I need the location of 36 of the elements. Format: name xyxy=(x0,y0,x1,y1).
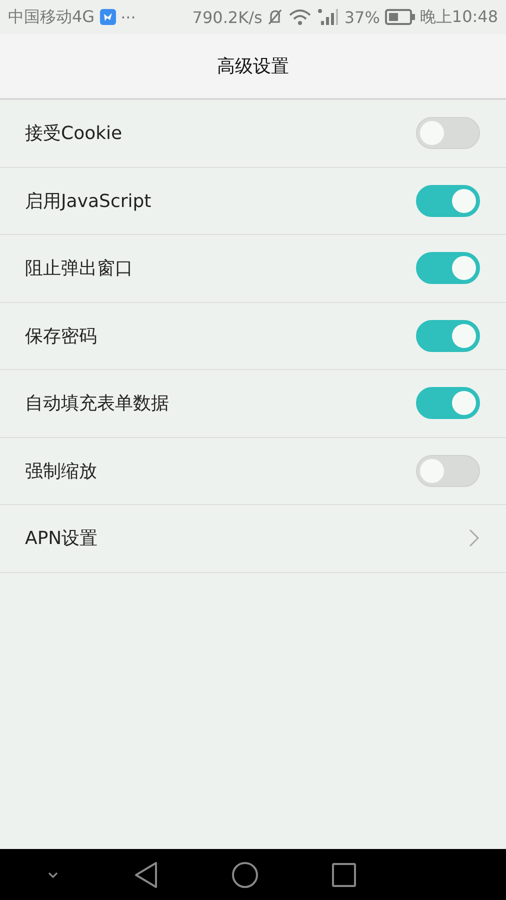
settings-row[interactable]: APN设置 xyxy=(0,505,506,572)
back-icon[interactable] xyxy=(132,860,159,888)
chevron-down-icon[interactable] xyxy=(46,870,60,880)
settings-row[interactable]: 强制缩放 xyxy=(0,438,506,505)
muted-bell-icon xyxy=(267,8,284,26)
toggle-switch[interactable] xyxy=(416,454,480,487)
clock: 晚上10:48 xyxy=(420,6,498,28)
toggle-switch[interactable] xyxy=(416,320,480,352)
app-notification-icon xyxy=(100,9,116,25)
setting-label: 阻止弹出窗口 xyxy=(25,257,133,280)
wifi-icon xyxy=(288,8,312,26)
setting-label: 保存密码 xyxy=(25,324,97,348)
settings-row[interactable]: 阻止弹出窗口 xyxy=(0,235,506,302)
home-icon[interactable] xyxy=(230,860,259,888)
toggle-switch[interactable] xyxy=(416,252,480,284)
toggle-switch[interactable] xyxy=(416,387,480,420)
page-title: 高级设置 xyxy=(217,55,289,78)
settings-row[interactable]: 保存密码 xyxy=(0,302,506,370)
settings-row[interactable]: 自动填充表单数据 xyxy=(0,370,506,438)
toggle-switch[interactable] xyxy=(416,117,480,150)
setting-label: 接受Cookie xyxy=(25,122,122,146)
settings-row[interactable]: 启用JavaScript xyxy=(0,168,506,235)
toggle-switch[interactable] xyxy=(416,184,480,217)
settings-row[interactable]: 接受Cookie xyxy=(0,100,506,168)
recents-icon[interactable] xyxy=(331,862,358,888)
battery-icon xyxy=(384,9,415,25)
setting-label: 自动填充表单数据 xyxy=(25,392,169,416)
network-speed: 790.2K/s xyxy=(192,8,262,26)
battery-percent: 37% xyxy=(344,8,380,26)
setting-label: 强制缩放 xyxy=(25,460,97,483)
chevron-right-icon xyxy=(468,528,480,548)
setting-label: 启用JavaScript xyxy=(25,190,152,213)
signal-icon xyxy=(317,7,340,27)
carrier-text: 中国移动4G xyxy=(8,6,95,28)
more-text: ··· xyxy=(120,8,136,26)
setting-label: APN设置 xyxy=(25,527,98,550)
